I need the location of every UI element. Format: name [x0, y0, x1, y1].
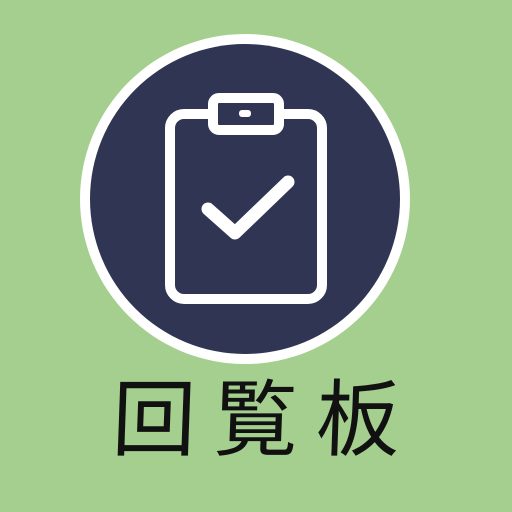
app-title: 回覧板	[110, 371, 420, 469]
icon-badge	[80, 34, 410, 364]
clipboard-check-icon	[165, 93, 327, 304]
icon-badge-fill	[90, 44, 400, 354]
app-icon[interactable]: 回覧板	[0, 0, 512, 512]
